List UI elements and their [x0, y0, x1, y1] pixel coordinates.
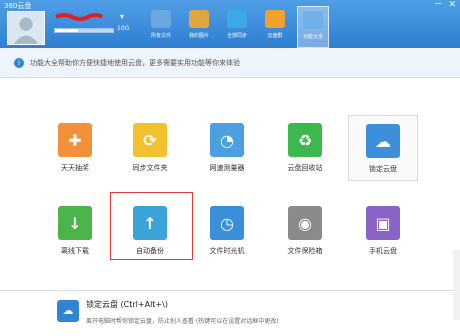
- tab-0[interactable]: 所有文件: [145, 6, 177, 48]
- tab-label: 我的图片: [188, 33, 209, 39]
- feature-time-machine[interactable]: ◷ 文件时光机: [192, 198, 262, 264]
- lock-cloud-icon: ☁: [366, 124, 400, 158]
- tab-label: 功能大全: [302, 34, 323, 40]
- feature-phone-cloud[interactable]: ▣ 手机云盘: [348, 198, 418, 264]
- quota-fill: [55, 29, 79, 32]
- download-icon: ↓: [58, 206, 92, 240]
- feature-lock-cloud[interactable]: ☁ 锁定云盘: [348, 115, 418, 181]
- window-controls: － ✕: [433, 0, 456, 10]
- phone-cloud-icon: ▣: [366, 206, 400, 240]
- recycle-icon: ♻: [288, 123, 322, 157]
- feature-speedometer[interactable]: ◔ 网速测量器: [192, 115, 262, 181]
- tab-3[interactable]: 云盘群: [259, 6, 291, 48]
- scrollbar[interactable]: [453, 250, 460, 320]
- bottom-divider: [0, 290, 460, 291]
- info-icon: i: [14, 58, 24, 68]
- main-tabs: 所有文件 我的图片 全部同步 云盘群 功能大全: [145, 6, 335, 48]
- feature-sync-folder[interactable]: ⟳ 同步文件夹: [115, 115, 185, 181]
- user-silhouette-icon: [8, 12, 44, 44]
- feature-label: 离线下载: [61, 247, 89, 255]
- clock-icon: [227, 10, 247, 28]
- toolbox-icon: [303, 11, 323, 29]
- feature-label: 同步文件夹: [132, 164, 168, 172]
- window-title: 360云盘: [4, 2, 32, 10]
- feature-label: 云盘回收站: [287, 164, 323, 172]
- feature-download[interactable]: ↓ 离线下载: [40, 198, 110, 264]
- tab-label: 所有文件: [150, 33, 171, 39]
- quota-text: 10G: [117, 25, 130, 32]
- feature-label: 锁定云盘: [369, 165, 397, 173]
- group-icon: [265, 10, 285, 28]
- lock-cloud-icon: ☁: [57, 300, 79, 322]
- minimize-button[interactable]: －: [433, 0, 442, 10]
- feature-safe[interactable]: ◉ 文件保险箱: [270, 198, 340, 264]
- info-bar: i 功能大全帮助你方便快捷地使用云盘，更多需要实用功能等你来体验: [0, 48, 460, 78]
- picture-icon: [189, 10, 209, 28]
- tab-2[interactable]: 全部同步: [221, 6, 253, 48]
- username-redacted: [55, 13, 104, 21]
- gift-icon: ✚: [58, 123, 92, 157]
- tab-4[interactable]: 功能大全: [297, 6, 329, 48]
- feature-label: 网速测量器: [209, 164, 245, 172]
- tab-1[interactable]: 我的图片: [183, 6, 215, 48]
- cloud-icon: [151, 10, 171, 28]
- bottom-desc: 离开电脑时帮你锁定云盘，防止别人查看 (热键可以在设置对话框中更改): [86, 318, 279, 325]
- safe-icon: ◉: [288, 206, 322, 240]
- feature-label: 手机云盘: [369, 247, 397, 255]
- tab-label: 全部同步: [226, 33, 247, 39]
- header: 360云盘 － ✕ ▾ 10G 所有文件 我的图片 全部同步 云盘群 功能大全: [0, 0, 460, 48]
- time-machine-icon: ◷: [210, 206, 244, 240]
- user-dropdown-icon[interactable]: ▾: [120, 12, 124, 21]
- feature-label: 天天抽奖: [61, 164, 89, 172]
- feature-label: 文件时光机: [209, 247, 245, 255]
- speedometer-icon: ◔: [210, 123, 244, 157]
- feature-label: 文件保险箱: [287, 247, 323, 255]
- close-button[interactable]: ✕: [448, 0, 456, 10]
- feature-gift[interactable]: ✚ 天天抽奖: [40, 115, 110, 181]
- avatar[interactable]: [7, 11, 45, 45]
- sync-folder-icon: ⟳: [133, 123, 167, 157]
- info-text: 功能大全帮助你方便快捷地使用云盘，更多需要实用功能等你来体验: [30, 59, 240, 67]
- quota-bar: [54, 28, 114, 33]
- highlight-box: [110, 192, 193, 260]
- feature-recycle[interactable]: ♻ 云盘回收站: [270, 115, 340, 181]
- tab-label: 云盘群: [267, 33, 283, 39]
- bottom-title: 锁定云盘 (Ctrl+Alt+\): [86, 300, 168, 309]
